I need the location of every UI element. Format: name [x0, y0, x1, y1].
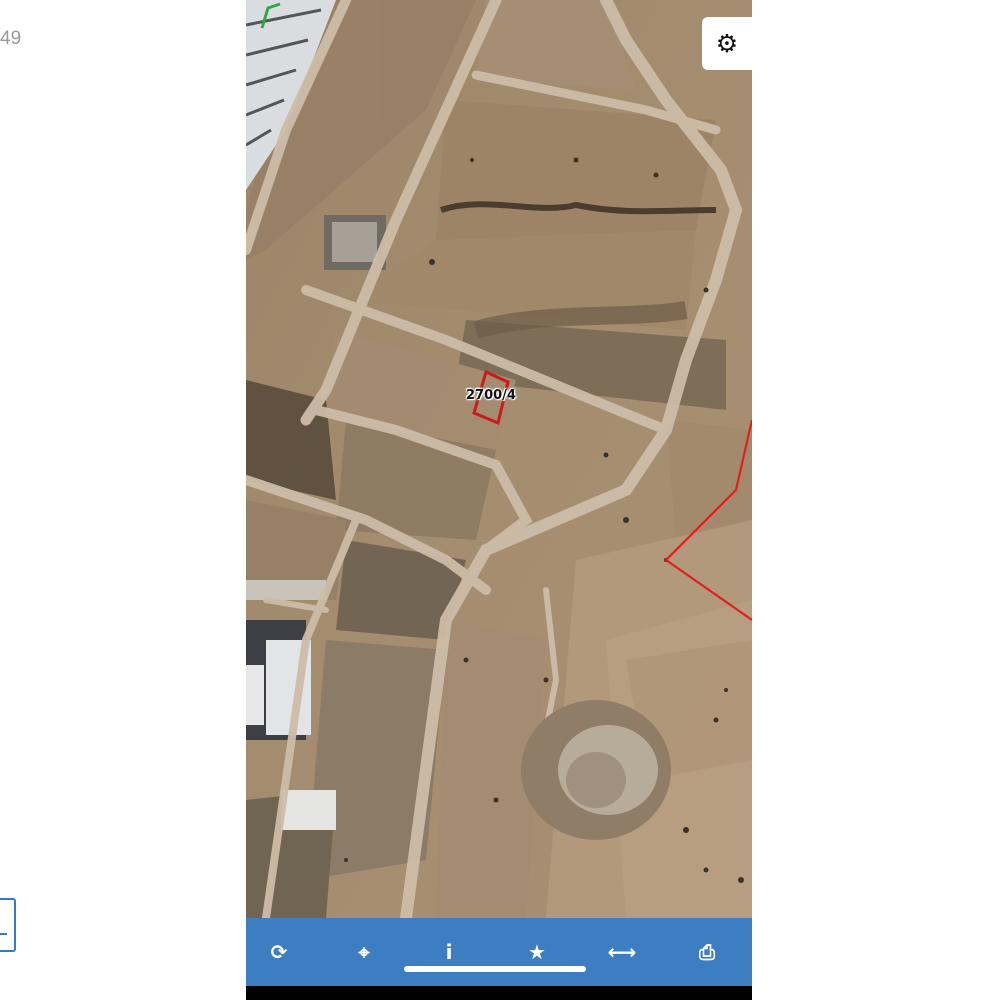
bottom-toolbar: ⟳ ⌖ i ★ ⟷ ⎙: [246, 918, 752, 986]
measure-button[interactable]: ⟷: [605, 936, 639, 968]
print-icon: ⎙: [699, 940, 715, 964]
satellite-map[interactable]: 2700/4 ⚙: [246, 0, 752, 918]
info-icon: i: [445, 940, 453, 964]
refresh-icon: ⟳: [270, 940, 288, 964]
info-button[interactable]: i: [432, 936, 466, 968]
locate-button[interactable]: ⌖: [347, 936, 381, 968]
home-indicator[interactable]: [404, 966, 586, 972]
phone-screen: 2700/4 ⚙ ⟳ ⌖ i ★ ⟷ ⎙: [246, 0, 752, 1000]
gear-icon: ⚙: [715, 29, 739, 58]
refresh-button[interactable]: ⟳: [262, 936, 296, 968]
settings-button[interactable]: ⚙: [702, 17, 752, 70]
map-imagery: [246, 0, 752, 918]
phone-bottom-bar: [246, 986, 752, 1000]
star-icon: ★: [528, 940, 546, 964]
locate-icon: ⌖: [358, 940, 370, 964]
partial-text: 49: [0, 28, 22, 49]
parcel-number-label: 2700/4: [466, 388, 516, 403]
favorite-button[interactable]: ★: [520, 936, 554, 968]
ruler-icon: ⟷: [607, 940, 637, 964]
print-button[interactable]: ⎙: [690, 936, 724, 968]
partial-button[interactable]: [0, 898, 16, 952]
